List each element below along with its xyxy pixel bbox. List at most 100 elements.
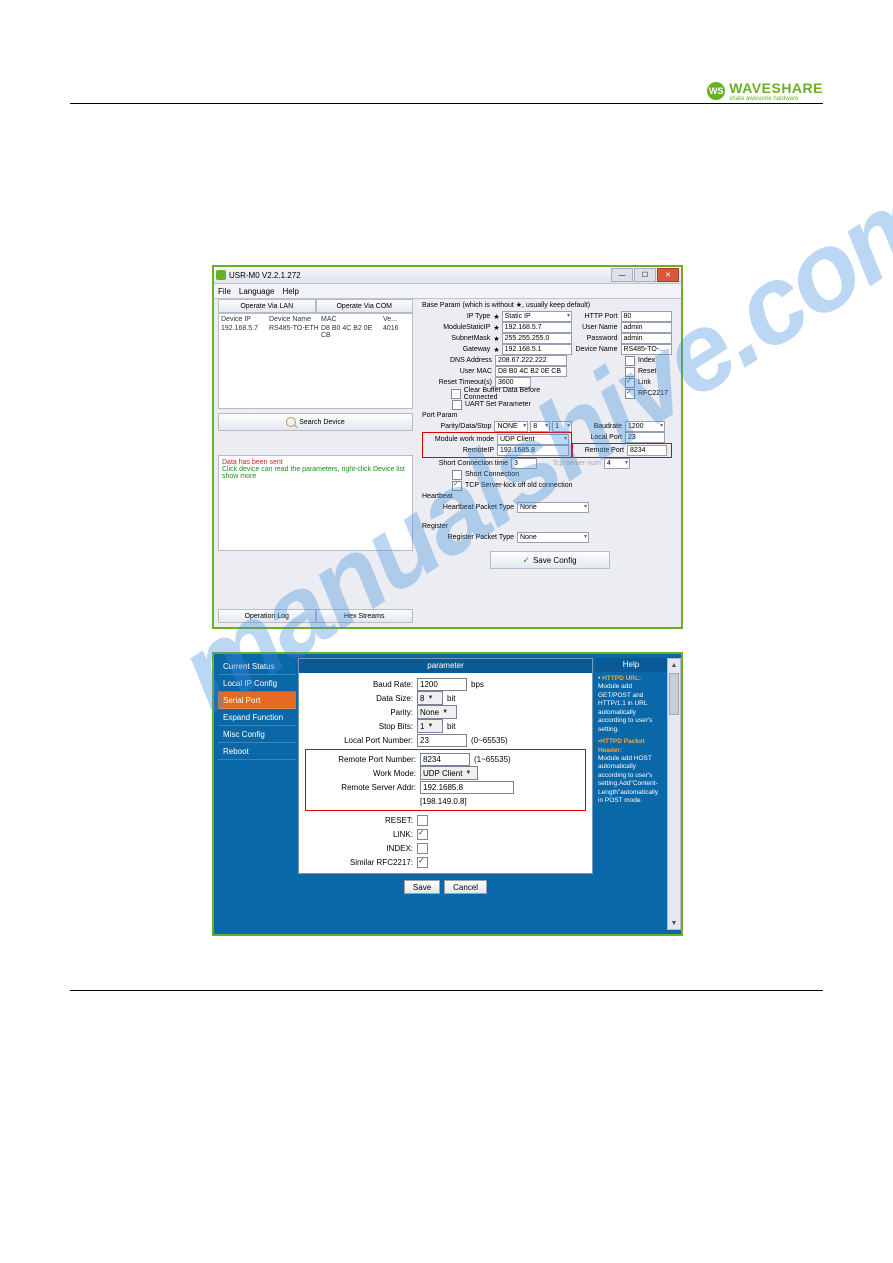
- search-device-button[interactable]: Search Device: [218, 413, 413, 431]
- header-rule: [70, 103, 823, 104]
- reset-timeout-label: Reset Timeout(s): [422, 379, 495, 386]
- rfc-checkbox-web[interactable]: [417, 857, 428, 868]
- short-conn-checkbox[interactable]: [452, 470, 462, 480]
- parity-label: Parity/Data/Stop: [422, 423, 494, 430]
- user-mac-input[interactable]: D8 B0 4C B2 0E CB: [495, 366, 567, 377]
- screenshot-usr-app: USR-M0 V2.2.1.272 — ☐ ✕ File Language He…: [212, 265, 683, 629]
- brand-text-wrap: WAVESHARE share awesome hardware: [729, 80, 823, 102]
- baud-rate-label: Baud Rate:: [305, 680, 417, 689]
- data-size-label: Data Size:: [305, 694, 417, 703]
- help-panel: Help • HTTPD URL:Module add GET/POST and…: [595, 658, 667, 930]
- sidebar-item-expand-function[interactable]: Expand Function: [218, 709, 296, 726]
- index-label: Index: [638, 357, 655, 364]
- scroll-up-icon[interactable]: ▲: [668, 659, 680, 671]
- reset-checkbox-web[interactable]: [417, 815, 428, 826]
- remote-port-input-web[interactable]: 8234: [420, 753, 470, 766]
- data-select[interactable]: 8: [530, 421, 550, 432]
- reset-label: Reset: [638, 368, 656, 375]
- device-list[interactable]: Device IP Device Name MAC Ve... 192.168.…: [218, 313, 413, 409]
- link-checkbox-web[interactable]: [417, 829, 428, 840]
- dns-address-input[interactable]: 208.67.222.222: [495, 355, 567, 366]
- local-port-input[interactable]: 23: [625, 432, 665, 443]
- tab-operate-lan[interactable]: Operate Via LAN: [218, 299, 316, 313]
- baud-rate-unit: bps: [471, 680, 484, 689]
- link-checkbox[interactable]: [625, 378, 635, 388]
- device-name-value: RS485-TO-ETH: [269, 325, 319, 339]
- operation-log-button[interactable]: Operation Log: [218, 609, 316, 623]
- save-config-button[interactable]: ✓ Save Config: [490, 551, 610, 569]
- heartbeat-title: Heartbeat: [422, 493, 677, 500]
- menu-file[interactable]: File: [218, 287, 231, 296]
- baud-rate-input[interactable]: 1200: [417, 678, 467, 691]
- uart-set-checkbox[interactable]: [452, 400, 462, 410]
- work-mode-select-web[interactable]: UDP Client: [420, 766, 478, 780]
- remote-port-input[interactable]: 8234: [627, 445, 667, 456]
- stop-bits-select[interactable]: 1: [417, 719, 443, 733]
- sidebar-item-current-status[interactable]: Current Status: [218, 658, 296, 675]
- gateway-input[interactable]: 192.168.5.1: [502, 344, 572, 355]
- module-static-ip-input[interactable]: 192.168.5.7: [502, 322, 572, 333]
- local-port-hint: (0~65535): [471, 736, 508, 745]
- short-conn-time-input[interactable]: 3: [511, 458, 537, 469]
- sidebar: Current Status Local IP Config Serial Po…: [218, 658, 296, 930]
- uart-set-label: UART Set Parameter: [465, 401, 531, 408]
- close-button[interactable]: ✕: [657, 268, 679, 282]
- scroll-thumb[interactable]: [669, 673, 679, 715]
- right-panel: Base Param (which is without ★, usually …: [422, 299, 677, 623]
- tcp-kick-label: TCP Server-kick off old connection: [465, 482, 573, 489]
- index-checkbox-web[interactable]: [417, 843, 428, 854]
- baudrate-select[interactable]: 1200: [625, 421, 665, 432]
- parity-select-web[interactable]: None: [417, 705, 457, 719]
- sidebar-item-reboot[interactable]: Reboot: [218, 743, 296, 760]
- brand-name: WAVESHARE: [729, 80, 823, 96]
- hex-streams-button[interactable]: Hex Streams: [316, 609, 414, 623]
- user-name-input[interactable]: admin: [621, 322, 673, 333]
- remote-ip-input[interactable]: 192.1685.8: [497, 445, 569, 456]
- tcp-num-select[interactable]: 4: [604, 458, 630, 469]
- password-input[interactable]: admin: [621, 333, 673, 344]
- save-button[interactable]: Save: [404, 880, 440, 894]
- window-title-bar: USR-M0 V2.2.1.272 — ☐ ✕: [214, 267, 681, 284]
- device-name-input[interactable]: RS485-TO-...: [621, 344, 673, 355]
- rfc-checkbox[interactable]: [625, 389, 635, 399]
- reset-checkbox[interactable]: [625, 367, 635, 377]
- maximize-button[interactable]: ☐: [634, 268, 656, 282]
- sidebar-item-local-ip[interactable]: Local IP Config: [218, 675, 296, 692]
- menu-language[interactable]: Language: [239, 287, 275, 296]
- work-mode-label: Module work mode: [424, 436, 497, 443]
- parity-select[interactable]: NONE: [494, 421, 528, 432]
- minimize-button[interactable]: —: [611, 268, 633, 282]
- ip-type-select[interactable]: Static IP: [502, 311, 572, 322]
- remote-port-label: Remote Port: [574, 447, 627, 454]
- baudrate-label: Baudrate: [572, 423, 625, 430]
- register-type-select[interactable]: None: [517, 532, 589, 543]
- remote-addr-input[interactable]: 192.1685.8: [420, 781, 514, 794]
- cancel-button[interactable]: Cancel: [444, 880, 487, 894]
- device-row[interactable]: 192.168.5.7 RS485-TO-ETH D8 B0 4C B2 0E …: [221, 325, 410, 339]
- remote-addr-resolved: [198.149.0.8]: [420, 797, 467, 806]
- http-port-input[interactable]: 80: [621, 311, 673, 322]
- heartbeat-type-select[interactable]: None: [517, 502, 589, 513]
- work-mode-select[interactable]: UDP Client: [497, 434, 569, 445]
- subnet-mask-input[interactable]: 255.255.255.0: [502, 333, 572, 344]
- col-device-ip: Device IP: [221, 316, 267, 323]
- device-ip-value: 192.168.5.7: [221, 325, 267, 339]
- tcp-kick-checkbox[interactable]: [452, 481, 462, 491]
- search-icon: [286, 417, 296, 427]
- data-size-select[interactable]: 8: [417, 691, 443, 705]
- register-title: Register: [422, 523, 677, 530]
- index-checkbox[interactable]: [625, 356, 635, 366]
- clear-buffer-checkbox[interactable]: [451, 389, 461, 399]
- menu-help[interactable]: Help: [282, 287, 298, 296]
- scroll-down-icon[interactable]: ▼: [668, 917, 680, 929]
- remote-config-highlight: Remote Port Number:8234(1~65535) Work Mo…: [305, 749, 586, 811]
- search-device-label: Search Device: [299, 419, 345, 426]
- tab-operate-com[interactable]: Operate Via COM: [316, 299, 414, 313]
- link-label: Link: [638, 379, 651, 386]
- sidebar-item-serial-port[interactable]: Serial Port: [218, 692, 296, 709]
- col-mac: MAC: [321, 316, 381, 323]
- stop-select[interactable]: 1: [552, 421, 572, 432]
- local-port-input-web[interactable]: 23: [417, 734, 467, 747]
- scrollbar[interactable]: ▲ ▼: [667, 658, 681, 930]
- sidebar-item-misc-config[interactable]: Misc Config: [218, 726, 296, 743]
